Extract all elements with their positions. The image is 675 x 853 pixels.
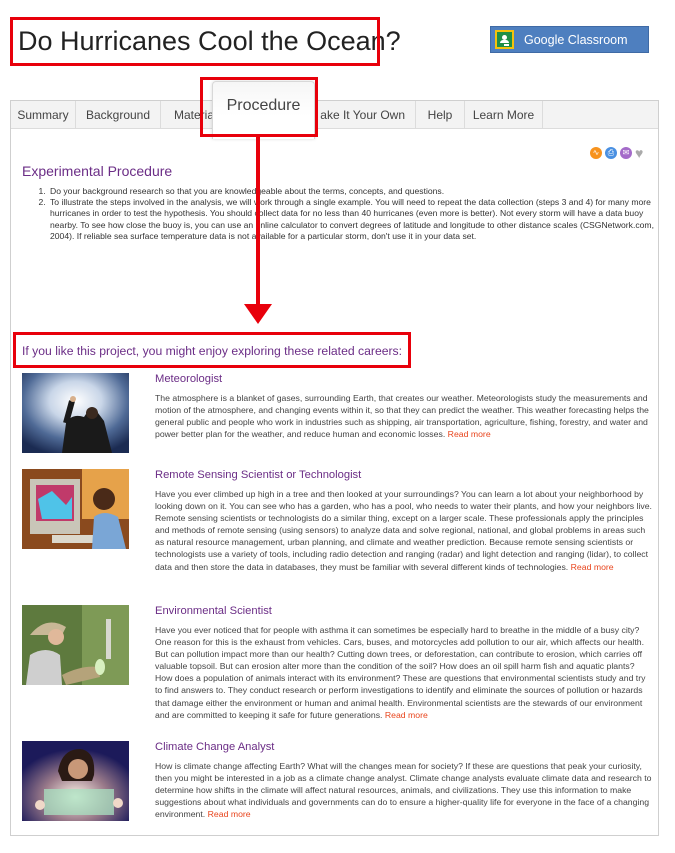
print-icon[interactable]: ⎙ bbox=[605, 147, 617, 159]
share-icon[interactable]: ∿ bbox=[590, 147, 602, 159]
tab-summary[interactable]: Summary bbox=[11, 101, 76, 128]
annotation-arrow-shaft bbox=[256, 137, 260, 305]
tab-make-it-your-own[interactable]: Make It Your Own bbox=[320, 101, 416, 128]
remote-sensing-photo[interactable] bbox=[22, 469, 129, 549]
read-more-link[interactable]: Read more bbox=[448, 429, 491, 439]
career-description: Have you ever noticed that for people wi… bbox=[155, 624, 654, 721]
annotation-highlight-title bbox=[10, 17, 380, 66]
climate-change-analyst-photo[interactable] bbox=[22, 741, 129, 821]
google-classroom-icon bbox=[495, 30, 514, 49]
career-title[interactable]: Environmental Scientist bbox=[155, 605, 272, 617]
read-more-link[interactable]: Read more bbox=[385, 710, 428, 720]
tab-help[interactable]: Help bbox=[416, 101, 465, 128]
share-toolbar: ∿ ⎙ ✉ ♥ bbox=[590, 146, 649, 160]
career-title[interactable]: Climate Change Analyst bbox=[155, 741, 274, 753]
annotation-highlight-tab bbox=[200, 77, 318, 137]
read-more-link[interactable]: Read more bbox=[208, 809, 251, 819]
meteorologist-photo[interactable] bbox=[22, 373, 129, 453]
tab-bar: Summary Background Materials Make It You… bbox=[11, 101, 658, 129]
career-description: The atmosphere is a blanket of gases, su… bbox=[155, 392, 654, 440]
careers-heading: If you like this project, you might enjo… bbox=[22, 344, 403, 358]
google-classroom-button[interactable]: Google Classroom bbox=[490, 26, 649, 53]
procedure-step: Do your background research so that you … bbox=[48, 186, 660, 197]
google-classroom-label: Google Classroom bbox=[524, 32, 628, 47]
career-description-text: Have you ever climbed up high in a tree … bbox=[155, 489, 652, 572]
read-more-link[interactable]: Read more bbox=[571, 562, 614, 572]
procedure-steps: Do your background research so that you … bbox=[36, 186, 660, 242]
procedure-heading: Experimental Procedure bbox=[22, 163, 173, 179]
career-description: How is climate change affecting Earth? W… bbox=[155, 760, 654, 820]
email-icon[interactable]: ✉ bbox=[620, 147, 632, 159]
procedure-step: To illustrate the steps involved in the … bbox=[48, 197, 660, 242]
tab-background[interactable]: Background bbox=[76, 101, 161, 128]
career-title[interactable]: Remote Sensing Scientist or Technologist bbox=[155, 469, 361, 481]
favorite-heart-icon[interactable]: ♥ bbox=[635, 146, 649, 160]
environmental-scientist-photo[interactable] bbox=[22, 605, 129, 685]
career-description-text: Have you ever noticed that for people wi… bbox=[155, 625, 646, 720]
career-description: Have you ever climbed up high in a tree … bbox=[155, 488, 654, 573]
tab-learn-more[interactable]: Learn More bbox=[465, 101, 543, 128]
annotation-arrow-head bbox=[244, 304, 272, 324]
career-title[interactable]: Meteorologist bbox=[155, 373, 222, 385]
career-description-text: The atmosphere is a blanket of gases, su… bbox=[155, 393, 649, 440]
